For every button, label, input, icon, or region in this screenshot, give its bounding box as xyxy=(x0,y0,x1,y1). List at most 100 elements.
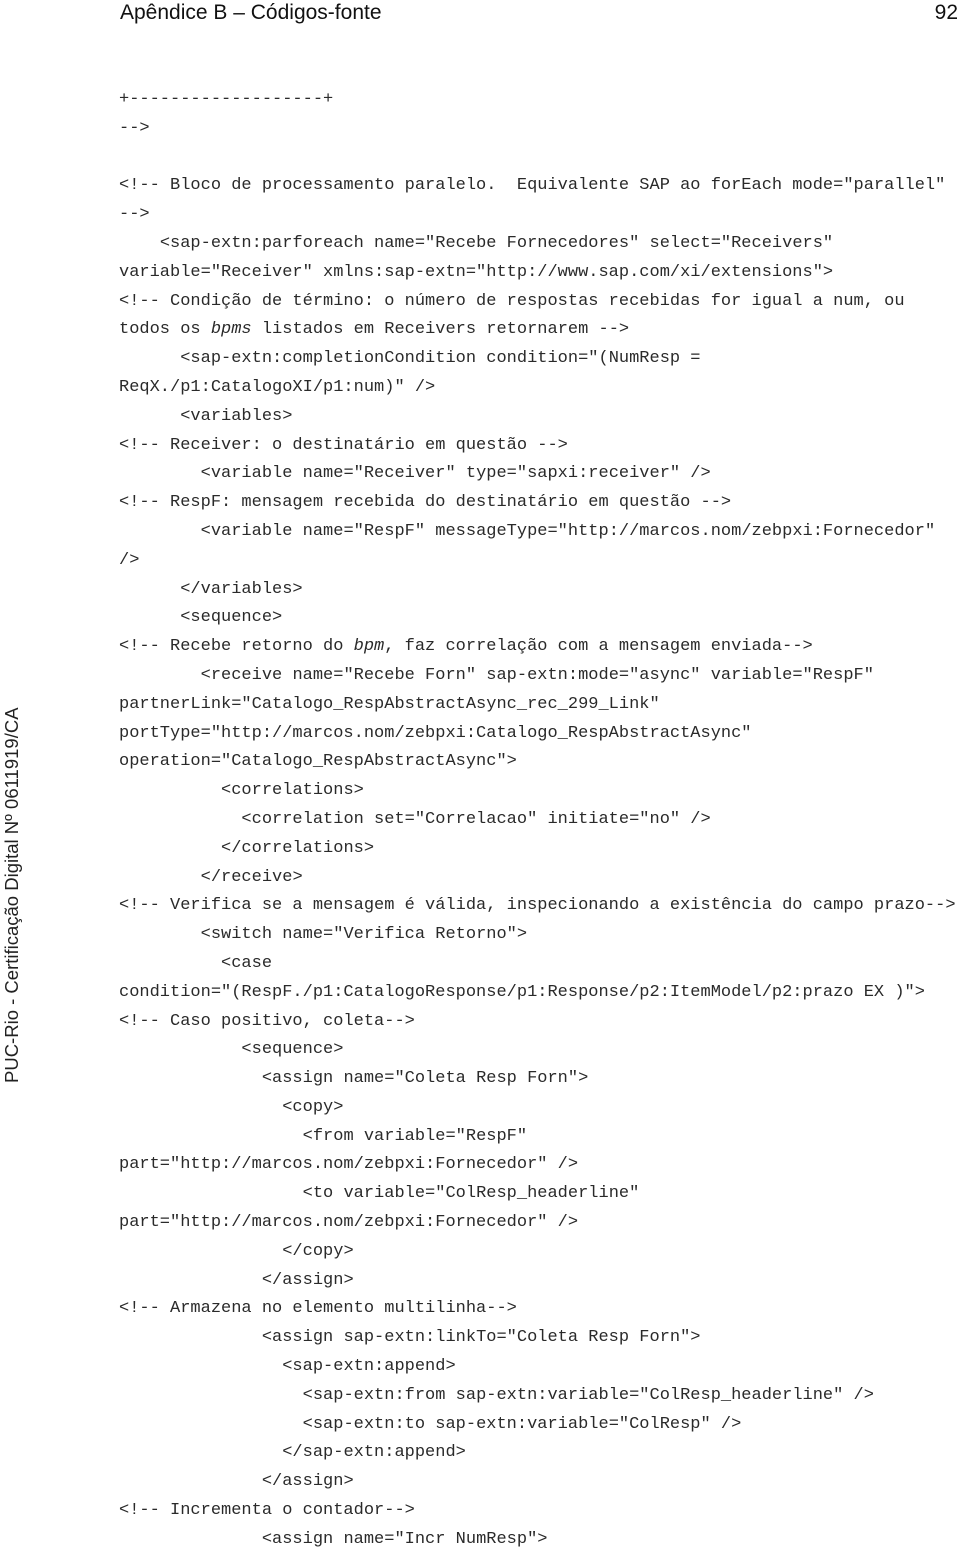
code-line: <!-- Caso positivo, coleta--> xyxy=(119,1008,960,1037)
code-text: , faz correlação com a mensagem enviada-… xyxy=(384,637,813,657)
code-line: variable="Receiver" xmlns:sap-extn="http… xyxy=(119,259,960,288)
code-text: </variables> xyxy=(180,579,303,599)
code-text: --> xyxy=(119,118,150,138)
code-line: condition="(RespF./p1:CatalogoResponse/p… xyxy=(119,979,960,1008)
code-line: /> xyxy=(119,547,960,576)
code-text: <receive name="Recebe Forn" sap-extn:mod… xyxy=(200,665,874,685)
code-line: </sap-extn:append> xyxy=(119,1439,960,1468)
code-line: <!-- Receiver: o destinatário em questão… xyxy=(119,432,960,461)
code-line: <assign sap-extn:linkTo="Coleta Resp For… xyxy=(119,1324,960,1353)
code-text: </assign> xyxy=(261,1472,354,1492)
code-text: <assign sap-extn:linkTo="Coleta Resp For… xyxy=(261,1328,701,1348)
code-text: <sap-extn:parforeach name="Recebe Fornec… xyxy=(159,233,834,253)
code-text: part="http://marcos.nom/zebpxi:Fornecedo… xyxy=(119,1213,579,1233)
code-line: --> xyxy=(119,115,960,144)
code-line: ReqX./p1:CatalogoXI/p1:num)" /> xyxy=(119,374,960,403)
certification-watermark: PUC-Rio - Certificação Digital Nº 061191… xyxy=(1,707,22,1083)
code-text: operation="Catalogo_RespAbstractAsync"> xyxy=(119,752,517,772)
code-line: +-------------------+ xyxy=(119,86,960,115)
code-line: <!-- Verifica se a mensagem é válida, in… xyxy=(119,892,960,921)
code-text: <sap-extn:append> xyxy=(282,1357,456,1377)
code-line: </variables> xyxy=(119,576,960,605)
code-line: <correlation set="Correlacao" initiate="… xyxy=(119,806,960,835)
code-line: part="http://marcos.nom/zebpxi:Fornecedo… xyxy=(119,1151,960,1180)
code-line: <assign name="Coleta Resp Forn"> xyxy=(119,1065,960,1094)
chapter-title: Apêndice B – Códigos-fonte xyxy=(120,1,382,24)
code-emphasis: bpm xyxy=(353,637,385,657)
code-text: <!-- Receiver: o destinatário em questão… xyxy=(119,435,568,455)
code-line: <case xyxy=(119,950,960,979)
code-line: <sequence> xyxy=(119,604,960,633)
code-text: <assign name="Incr NumResp"> xyxy=(261,1529,548,1549)
code-text: <sequence> xyxy=(241,1040,344,1060)
code-text: </correlations> xyxy=(221,838,375,858)
code-line: todos os bpms listados em Receivers reto… xyxy=(119,316,960,345)
code-line: <!-- Condição de término: o número de re… xyxy=(119,288,960,317)
code-text: +-------------------+ xyxy=(119,90,334,109)
code-text: <!-- Recebe retorno do xyxy=(119,637,354,657)
code-line: </assign> xyxy=(119,1468,960,1497)
code-line: <!-- Bloco de processamento paralelo. Eq… xyxy=(119,172,960,201)
code-line: </assign> xyxy=(119,1267,960,1296)
code-text: partnerLink="Catalogo_RespAbstractAsync_… xyxy=(119,694,660,714)
code-text: </copy> xyxy=(282,1241,354,1261)
code-line: <correlations> xyxy=(119,777,960,806)
code-text: todos os xyxy=(119,320,211,340)
code-line: <!-- Armazena no elemento multilinha--> xyxy=(119,1295,960,1324)
code-line: <to variable="ColResp_headerline" xyxy=(119,1180,960,1209)
code-text: <variables> xyxy=(180,406,293,426)
code-line: <assign name="Incr NumResp"> xyxy=(119,1526,960,1555)
code-text: /> xyxy=(119,550,140,570)
code-line: <sap-extn:from sap-extn:variable="ColRes… xyxy=(119,1382,960,1411)
code-text: </receive> xyxy=(200,867,303,887)
code-text: condition="(RespF./p1:CatalogoResponse/p… xyxy=(119,982,925,1002)
code-text: ReqX./p1:CatalogoXI/p1:num)" /> xyxy=(119,377,436,397)
code-text: <sequence> xyxy=(180,608,283,628)
code-line: <sap-extn:completionCondition condition=… xyxy=(119,345,960,374)
code-line: </copy> xyxy=(119,1238,960,1267)
code-text: <!-- Armazena no elemento multilinha--> xyxy=(119,1299,517,1319)
code-text: listados em Receivers retornarem --> xyxy=(251,320,630,340)
code-line: <variable name="Receiver" type="sapxi:re… xyxy=(119,460,960,489)
code-line: <sap-extn:to sap-extn:variable="ColResp"… xyxy=(119,1411,960,1440)
code-text: --> xyxy=(119,205,150,225)
code-text: <!-- RespF: mensagem recebida do destina… xyxy=(119,493,732,513)
code-line: portType="http://marcos.nom/zebpxi:Catal… xyxy=(119,720,960,749)
code-line: <!-- Incrementa o contador--> xyxy=(119,1497,960,1526)
code-text: <!-- Bloco de processamento paralelo. Eq… xyxy=(119,176,946,196)
code-line: <from variable="RespF" xyxy=(119,1123,960,1152)
code-text: variable="Receiver" xmlns:sap-extn="http… xyxy=(119,262,834,282)
code-line: partnerLink="Catalogo_RespAbstractAsync_… xyxy=(119,691,960,720)
code-line: --> xyxy=(119,201,960,230)
code-line: <!-- Recebe retorno do bpm, faz correlaç… xyxy=(119,633,960,662)
code-text: portType="http://marcos.nom/zebpxi:Catal… xyxy=(119,723,752,743)
code-text: <sap-extn:to sap-extn:variable="ColResp"… xyxy=(302,1414,742,1434)
code-line: operation="Catalogo_RespAbstractAsync"> xyxy=(119,748,960,777)
code-line: <switch name="Verifica Retorno"> xyxy=(119,921,960,950)
code-text: </sap-extn:append> xyxy=(282,1443,466,1463)
code-text: <copy> xyxy=(282,1097,344,1117)
